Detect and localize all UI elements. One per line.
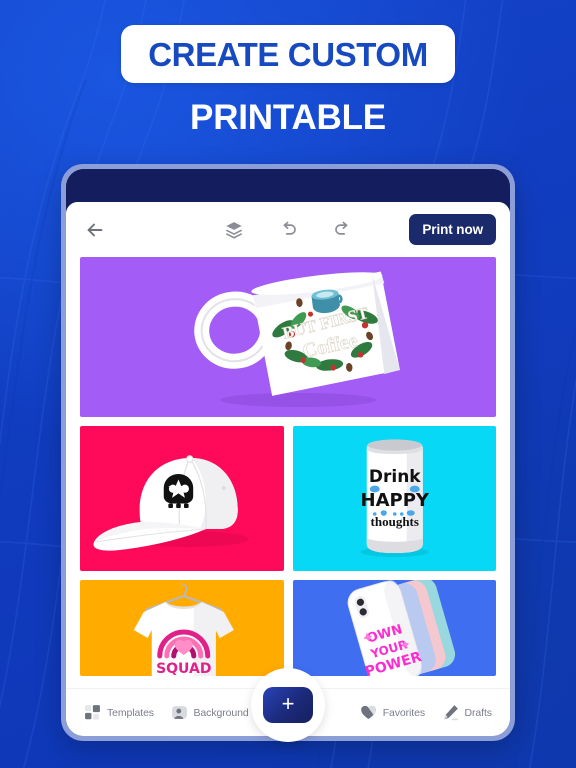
canvas-item-baseball-cap[interactable] (80, 426, 284, 571)
nav-item-background[interactable]: Background (171, 704, 249, 721)
canvas-row-1: BUT FIRST Coffee (80, 257, 496, 417)
status-bar (66, 169, 510, 202)
add-button[interactable]: + (263, 687, 313, 723)
headline-pill: CREATE CUSTOM (121, 25, 455, 83)
pencil-icon (443, 705, 458, 721)
canvas-item-t-shirt[interactable]: SQUAD (80, 580, 284, 676)
app-toolbar: Print now (66, 202, 510, 257)
tshirt-artwork: SQUAD (133, 583, 234, 676)
nav-item-templates[interactable]: Templates (84, 704, 154, 721)
nav-label-drafts: Drafts (464, 706, 493, 719)
cap-artwork (93, 455, 249, 551)
phonecase-artwork: OWN YOUR POWER (347, 580, 455, 676)
nav-label-background: Background (193, 706, 249, 719)
undo-button[interactable] (275, 217, 301, 243)
back-button[interactable] (80, 215, 110, 245)
redo-button[interactable] (329, 217, 355, 243)
arrow-left-icon (87, 223, 103, 236)
device-screen: Print now BUT FIRST Coffee Drink HAPPY t… (66, 169, 510, 736)
undo-icon (283, 221, 296, 235)
canvas-item-soda-can[interactable]: Drink HAPPY thoughts (292, 426, 496, 571)
can-artwork: Drink HAPPY thoughts (360, 439, 429, 557)
tablet-device: Print now BUT FIRST Coffee Drink HAPPY t… (61, 164, 515, 741)
app-window: Print now BUT FIRST Coffee Drink HAPPY t… (66, 202, 510, 736)
svg-text:SQUAD: SQUAD (156, 661, 211, 676)
svg-text:HAPPY: HAPPY (360, 490, 429, 511)
nav-label-templates: Templates (107, 706, 154, 719)
canvas-grid: BUT FIRST Coffee Drink HAPPY thoughts SQ… (66, 257, 510, 688)
canvas-row-3: SQUAD OWN YOUR POWER (80, 580, 496, 676)
plus-icon: + (281, 691, 295, 716)
canvas-row-2: Drink HAPPY thoughts (80, 426, 496, 571)
svg-text:Drink: Drink (368, 467, 420, 487)
canvas-item-phone-case[interactable]: OWN YOUR POWER (292, 580, 496, 676)
svg-text:thoughts: thoughts (370, 514, 418, 529)
canvas-item-coffee-mug[interactable]: BUT FIRST Coffee (80, 257, 496, 417)
layers-icon (225, 221, 243, 239)
print-now-button[interactable]: Print now (409, 214, 496, 245)
templates-icon (85, 705, 100, 720)
nav-item-favorites[interactable]: Favorites (360, 704, 425, 721)
add-button-ring: + (251, 668, 325, 742)
redo-icon (334, 221, 347, 235)
nav-item-drafts[interactable]: Drafts (442, 704, 492, 721)
nav-label-favorites: Favorites (382, 706, 425, 719)
layers-button[interactable] (221, 217, 247, 243)
headline-line2: PRINTABLE (190, 98, 386, 137)
image-person-icon (171, 706, 187, 719)
mug-artwork: BUT FIRST Coffee (194, 271, 400, 407)
headline-line1: CREATE CUSTOM (148, 35, 428, 73)
heart-icon (360, 705, 376, 720)
